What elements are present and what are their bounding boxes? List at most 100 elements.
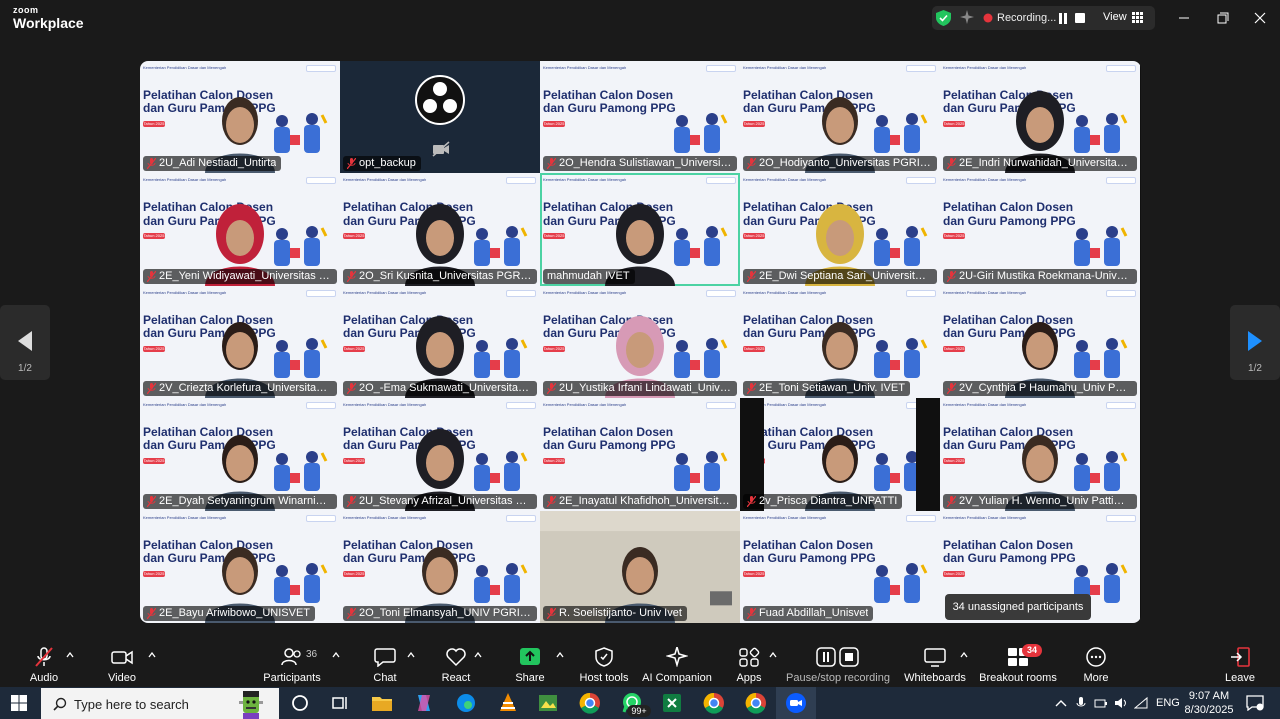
mic-muted-icon bbox=[747, 495, 756, 507]
mic-muted-icon bbox=[147, 270, 156, 282]
task-view-circle-icon[interactable] bbox=[288, 691, 312, 715]
language-indicator[interactable]: ENG bbox=[1156, 697, 1180, 709]
apps-button[interactable]: Apps bbox=[709, 647, 789, 684]
participant-tile[interactable]: Kementerian Pendidikan Dasar dan Menenga… bbox=[140, 398, 340, 511]
host-tools-button[interactable]: Host tools bbox=[564, 647, 644, 684]
chat-bubble-icon bbox=[374, 648, 396, 667]
participant-tile[interactable]: Kementerian Pendidikan Dasar dan Menenga… bbox=[140, 510, 340, 623]
participant-tile[interactable]: opt_backup bbox=[340, 61, 540, 174]
participant-tile[interactable]: Kementerian Pendidikan Dasar dan Menenga… bbox=[940, 398, 1140, 511]
participant-tile[interactable]: Kementerian Pendidikan Dasar dan Menenga… bbox=[740, 398, 940, 511]
ramah-logo-icon bbox=[306, 289, 336, 297]
more-button[interactable]: More bbox=[1056, 647, 1136, 684]
vlc-icon[interactable] bbox=[496, 691, 520, 715]
participants-button[interactable]: Participants bbox=[252, 647, 332, 684]
ramah-logo-icon bbox=[706, 289, 736, 297]
chat-options-chevron-icon[interactable] bbox=[407, 652, 415, 658]
react-button[interactable]: React bbox=[416, 647, 496, 684]
ramah-logo-icon bbox=[306, 402, 336, 410]
participant-tile[interactable]: Kementerian Pendidikan Dasar dan Menenga… bbox=[540, 173, 740, 286]
next-page-button[interactable]: 1/2 bbox=[1230, 305, 1280, 380]
participant-tile[interactable]: Kementerian Pendidikan Dasar dan Menenga… bbox=[940, 173, 1140, 286]
audio-options-chevron-icon[interactable] bbox=[66, 652, 74, 658]
participant-tile[interactable]: Kementerian Pendidikan Dasar dan Menenga… bbox=[740, 173, 940, 286]
participant-tile[interactable]: Kementerian Pendidikan Dasar dan Menenga… bbox=[340, 510, 540, 623]
wifi-icon[interactable] bbox=[1134, 696, 1148, 710]
chrome-second-profile-icon[interactable] bbox=[744, 691, 768, 715]
react-options-chevron-icon[interactable] bbox=[474, 652, 482, 658]
breakout-rooms-badge: 34 bbox=[1022, 644, 1042, 657]
mic-muted-icon bbox=[547, 383, 556, 395]
participant-tile[interactable]: Kementerian Pendidikan Dasar dan Menenga… bbox=[140, 285, 340, 399]
participant-tile[interactable]: Kementerian Pendidikan Dasar dan Menenga… bbox=[540, 61, 740, 174]
participant-tile[interactable]: Kementerian Pendidikan Dasar dan Menenga… bbox=[340, 285, 540, 399]
participant-tile[interactable]: Kementerian Pendidikan Dasar dan Menenga… bbox=[740, 285, 940, 399]
zoom-app-icon[interactable] bbox=[784, 691, 808, 715]
previous-page-button[interactable]: 1/2 bbox=[0, 305, 50, 380]
participant-name-label: 2U_Stevany Afrizal_Universitas Sulta... bbox=[343, 493, 537, 509]
participant-tile[interactable]: Kementerian Pendidikan Dasar dan Menenga… bbox=[740, 510, 940, 623]
obs-logo-icon bbox=[415, 75, 465, 125]
participant-tile[interactable]: Kementerian Pendidikan Dasar dan Menenga… bbox=[940, 61, 1140, 174]
file-explorer-icon[interactable] bbox=[370, 691, 394, 715]
participant-tile[interactable]: Kementerian Pendidikan Dasar dan Menenga… bbox=[540, 285, 740, 399]
participant-tile[interactable]: Kementerian Pendidikan Dasar dan Menenga… bbox=[940, 285, 1140, 399]
breakout-rooms-button[interactable]: Breakout rooms bbox=[978, 647, 1058, 684]
whiteboards-options-chevron-icon[interactable] bbox=[960, 652, 968, 658]
minimize-icon[interactable] bbox=[1175, 9, 1193, 27]
leave-door-icon bbox=[1231, 647, 1250, 667]
chrome-profile-icon[interactable] bbox=[702, 691, 726, 715]
leave-button[interactable]: Leave bbox=[1200, 647, 1280, 684]
task-view-icon[interactable] bbox=[328, 691, 352, 715]
participant-tile[interactable]: Kementerian Pendidikan Dasar dan Menenga… bbox=[540, 398, 740, 511]
participant-tile[interactable]: Kementerian Pendidikan Dasar dan Menenga… bbox=[740, 61, 940, 174]
excel-icon[interactable] bbox=[660, 691, 684, 715]
participant-name-label: 2U-Giri Mustika Roekmana-Universit... bbox=[943, 268, 1137, 284]
microphone-tray-icon[interactable] bbox=[1074, 696, 1088, 710]
slide-year: Tahun 2025 bbox=[743, 121, 765, 127]
pause-stop-recording-button[interactable]: Pause/stop recording bbox=[786, 647, 890, 684]
apps-options-chevron-icon[interactable] bbox=[769, 652, 777, 658]
participants-options-chevron-icon[interactable] bbox=[332, 652, 340, 658]
video-options-chevron-icon[interactable] bbox=[148, 652, 156, 658]
participant-tile[interactable]: Kementerian Pendidikan Dasar dan Menenga… bbox=[140, 61, 340, 174]
copilot-icon[interactable] bbox=[412, 691, 436, 715]
unassigned-participants-tooltip: 34 unassigned participants bbox=[945, 594, 1091, 620]
heart-react-icon bbox=[446, 648, 466, 667]
mic-muted-icon bbox=[747, 270, 756, 282]
shield-check-icon[interactable] bbox=[936, 10, 951, 26]
participant-name-label: Fuad Abdillah_Unisvet bbox=[743, 605, 874, 621]
ai-companion-button[interactable]: AI Companion bbox=[637, 647, 717, 684]
battery-plug-icon[interactable] bbox=[1094, 696, 1108, 710]
volume-icon[interactable] bbox=[1114, 696, 1128, 710]
share-options-chevron-icon[interactable] bbox=[556, 652, 564, 658]
chrome-icon[interactable] bbox=[578, 691, 602, 715]
ramah-logo-icon bbox=[506, 289, 536, 297]
windows-start-icon[interactable] bbox=[11, 695, 27, 711]
taskbar-clock[interactable]: 9:07 AM 8/30/2025 bbox=[1180, 689, 1238, 717]
taskbar-search-box[interactable]: Type here to search bbox=[41, 688, 279, 719]
slide-header: Kementerian Pendidikan Dasar dan Menenga… bbox=[943, 65, 1027, 70]
view-button[interactable]: View bbox=[1103, 11, 1127, 23]
stop-icon[interactable] bbox=[1075, 13, 1085, 23]
edge-browser-icon[interactable] bbox=[454, 691, 478, 715]
mic-muted-icon bbox=[147, 383, 156, 395]
participant-name: 2O_Hodiyanto_Universitas PGRI Pont... bbox=[759, 157, 932, 170]
participant-name-label: 2V_Yulian H. Wenno_Univ Pattimura bbox=[943, 493, 1137, 509]
grid-view-icon[interactable] bbox=[1132, 12, 1143, 23]
image-editor-icon[interactable] bbox=[536, 691, 560, 715]
mic-muted-icon bbox=[35, 647, 53, 667]
notification-center-icon[interactable] bbox=[1246, 695, 1264, 711]
pause-icon[interactable] bbox=[1058, 13, 1068, 24]
participant-tile[interactable]: Kementerian Pendidikan Dasar dan Menenga… bbox=[340, 398, 540, 511]
show-hidden-icons-chevron-icon[interactable] bbox=[1054, 696, 1068, 710]
participant-tile[interactable]: Kementerian Pendidikan Dasar dan Menenga… bbox=[340, 173, 540, 286]
participant-tile[interactable]: R. Soelistijanto- Univ Ivet bbox=[540, 510, 740, 623]
maximize-icon[interactable] bbox=[1213, 9, 1231, 27]
participant-tile[interactable]: Kementerian Pendidikan Dasar dan Menenga… bbox=[140, 173, 340, 286]
close-icon[interactable] bbox=[1251, 9, 1269, 27]
ai-sparkle-icon[interactable] bbox=[960, 10, 974, 24]
participant-name-label: 2v_Prisca Diantra_UNPATTI bbox=[743, 493, 903, 509]
participant-name-label: R. Soelistijanto- Univ Ivet bbox=[543, 605, 687, 621]
host-tools-label: Host tools bbox=[579, 672, 629, 684]
